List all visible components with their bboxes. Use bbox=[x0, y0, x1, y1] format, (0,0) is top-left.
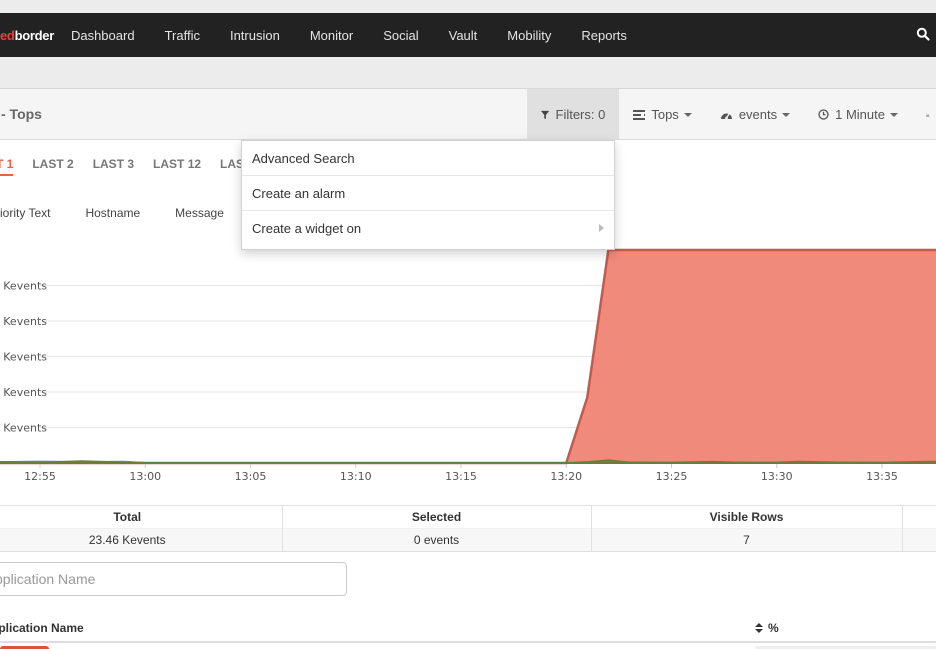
nav-item-reports[interactable]: Reports bbox=[581, 28, 627, 43]
tab-last-2[interactable]: LAST 2 bbox=[32, 157, 73, 176]
chevron-down-icon bbox=[890, 112, 898, 117]
brand-logo-red-part: ed bbox=[0, 27, 15, 43]
menu-item-advanced-search[interactable]: Advanced Search bbox=[242, 141, 614, 176]
stats-table: Total Selected Visible Rows 23.46 Kevent… bbox=[0, 505, 936, 552]
x-tick-label: 13:05 bbox=[235, 470, 267, 483]
nav-item-mobility[interactable]: Mobility bbox=[507, 28, 551, 43]
list-header: pplication Name % bbox=[0, 621, 936, 641]
filter-icon bbox=[541, 110, 550, 119]
sub-header-bar bbox=[0, 57, 936, 88]
brand-logo-white-part: border bbox=[14, 27, 55, 43]
menu-item-create-alarm[interactable]: Create an alarm bbox=[242, 176, 614, 211]
chevron-right-icon bbox=[599, 224, 604, 232]
events-area-chart: 2 Kevents 4 Kevents 6 Kevents 8 Kevents Keve… bbox=[0, 248, 936, 483]
y-tick-label: 6 Kevents bbox=[0, 351, 47, 364]
search-icon[interactable] bbox=[916, 27, 930, 41]
stats-header-total: Total bbox=[0, 505, 283, 529]
panel-toolbar: Filters: 0 Tops events 1 Minute bbox=[527, 89, 936, 140]
x-tick-label: 12:55 bbox=[24, 470, 56, 483]
sort-icon bbox=[755, 623, 763, 633]
panel-header: - Tops Filters: 0 Tops events 1 Minute bbox=[0, 89, 936, 140]
filters-dropdown-menu: Advanced Search Create an alarm Create a… bbox=[241, 140, 615, 250]
stats-header-visible-rows: Visible Rows bbox=[591, 505, 903, 529]
menu-item-label: Create an alarm bbox=[252, 185, 346, 201]
nav-item-intrusion[interactable]: Intrusion bbox=[230, 28, 280, 43]
dimension-message[interactable]: Message bbox=[175, 206, 224, 220]
x-tick-label: 13:10 bbox=[340, 470, 372, 483]
events-label: events bbox=[738, 107, 778, 122]
x-tick-label: 13:00 bbox=[129, 470, 161, 483]
chevron-down-icon bbox=[782, 112, 791, 117]
y-tick-label: 8 Kevents bbox=[0, 315, 47, 328]
stats-header-extra bbox=[902, 505, 936, 529]
filters-label: Filters: 0 bbox=[555, 107, 606, 122]
panel-title: - Tops bbox=[1, 106, 42, 122]
interval-label: 1 Minute bbox=[835, 107, 885, 122]
tab-last-1[interactable]: T 1 bbox=[0, 157, 14, 176]
nav-menu: Dashboard Traffic Intrusion Monitor Soci… bbox=[71, 28, 657, 43]
nav-item-dashboard[interactable]: Dashboard bbox=[71, 28, 135, 43]
nav-item-social[interactable]: Social bbox=[383, 28, 418, 43]
filters-button[interactable]: Filters: 0 bbox=[527, 89, 620, 140]
stats-value-total: 23.46 Kevents bbox=[0, 528, 283, 552]
menu-item-create-widget[interactable]: Create a widget on bbox=[242, 211, 614, 246]
tops-dropdown[interactable]: Tops bbox=[619, 89, 705, 140]
events-dropdown[interactable]: events bbox=[706, 89, 804, 140]
stats-value-extra bbox=[902, 528, 936, 552]
nav-item-vault[interactable]: Vault bbox=[449, 28, 478, 43]
x-tick-label: 13:30 bbox=[761, 470, 793, 483]
nav-item-traffic[interactable]: Traffic bbox=[165, 28, 200, 43]
x-tick-label: 13:35 bbox=[866, 470, 898, 483]
chevron-down-icon bbox=[683, 112, 692, 117]
dimension-priority-text[interactable]: iority Text bbox=[0, 206, 50, 220]
bar-chart-icon bbox=[926, 112, 930, 117]
x-tick-label: 13:20 bbox=[550, 470, 582, 483]
tops-label: Tops bbox=[651, 107, 679, 122]
list-icon bbox=[633, 109, 646, 120]
stats-value-selected: 0 events bbox=[282, 528, 592, 552]
column-header-percent[interactable]: % bbox=[755, 621, 779, 635]
time-range-tabs: T 1 LAST 2 LAST 3 LAST 12 LAST bbox=[0, 157, 270, 176]
menu-item-label: Create a widget on bbox=[252, 221, 362, 236]
brand-logo[interactable]: edborder bbox=[0, 28, 54, 43]
list-divider bbox=[0, 641, 936, 643]
y-tick-label: Kevents bbox=[3, 280, 47, 293]
chart-type-button[interactable] bbox=[912, 89, 936, 140]
percent-label: % bbox=[768, 621, 779, 635]
x-tick-label: 13:25 bbox=[656, 470, 688, 483]
top-navbar: edborder Dashboard Traffic Intrusion Mon… bbox=[0, 13, 936, 57]
tab-last-3[interactable]: LAST 3 bbox=[93, 157, 134, 176]
menu-item-label: Advanced Search bbox=[252, 150, 355, 166]
column-header-application-name[interactable]: pplication Name bbox=[0, 621, 84, 635]
nav-item-monitor[interactable]: Monitor bbox=[310, 28, 353, 43]
y-tick-label: 4 Kevents bbox=[0, 386, 47, 399]
dashboard-gauge-icon bbox=[720, 113, 732, 119]
dimension-tabs: iority Text Hostname Message bbox=[0, 206, 259, 220]
dimension-hostname[interactable]: Hostname bbox=[85, 206, 140, 220]
x-tick-label: 13:15 bbox=[445, 470, 477, 483]
application-name-search-input[interactable] bbox=[0, 562, 347, 596]
stats-value-visible-rows: 7 bbox=[591, 528, 903, 552]
tab-last-12[interactable]: LAST 12 bbox=[153, 157, 201, 176]
interval-dropdown[interactable]: 1 Minute bbox=[804, 89, 912, 140]
clock-icon bbox=[818, 109, 829, 120]
y-tick-label: 2 Kevents bbox=[0, 422, 47, 435]
stats-header-selected: Selected bbox=[282, 505, 592, 529]
